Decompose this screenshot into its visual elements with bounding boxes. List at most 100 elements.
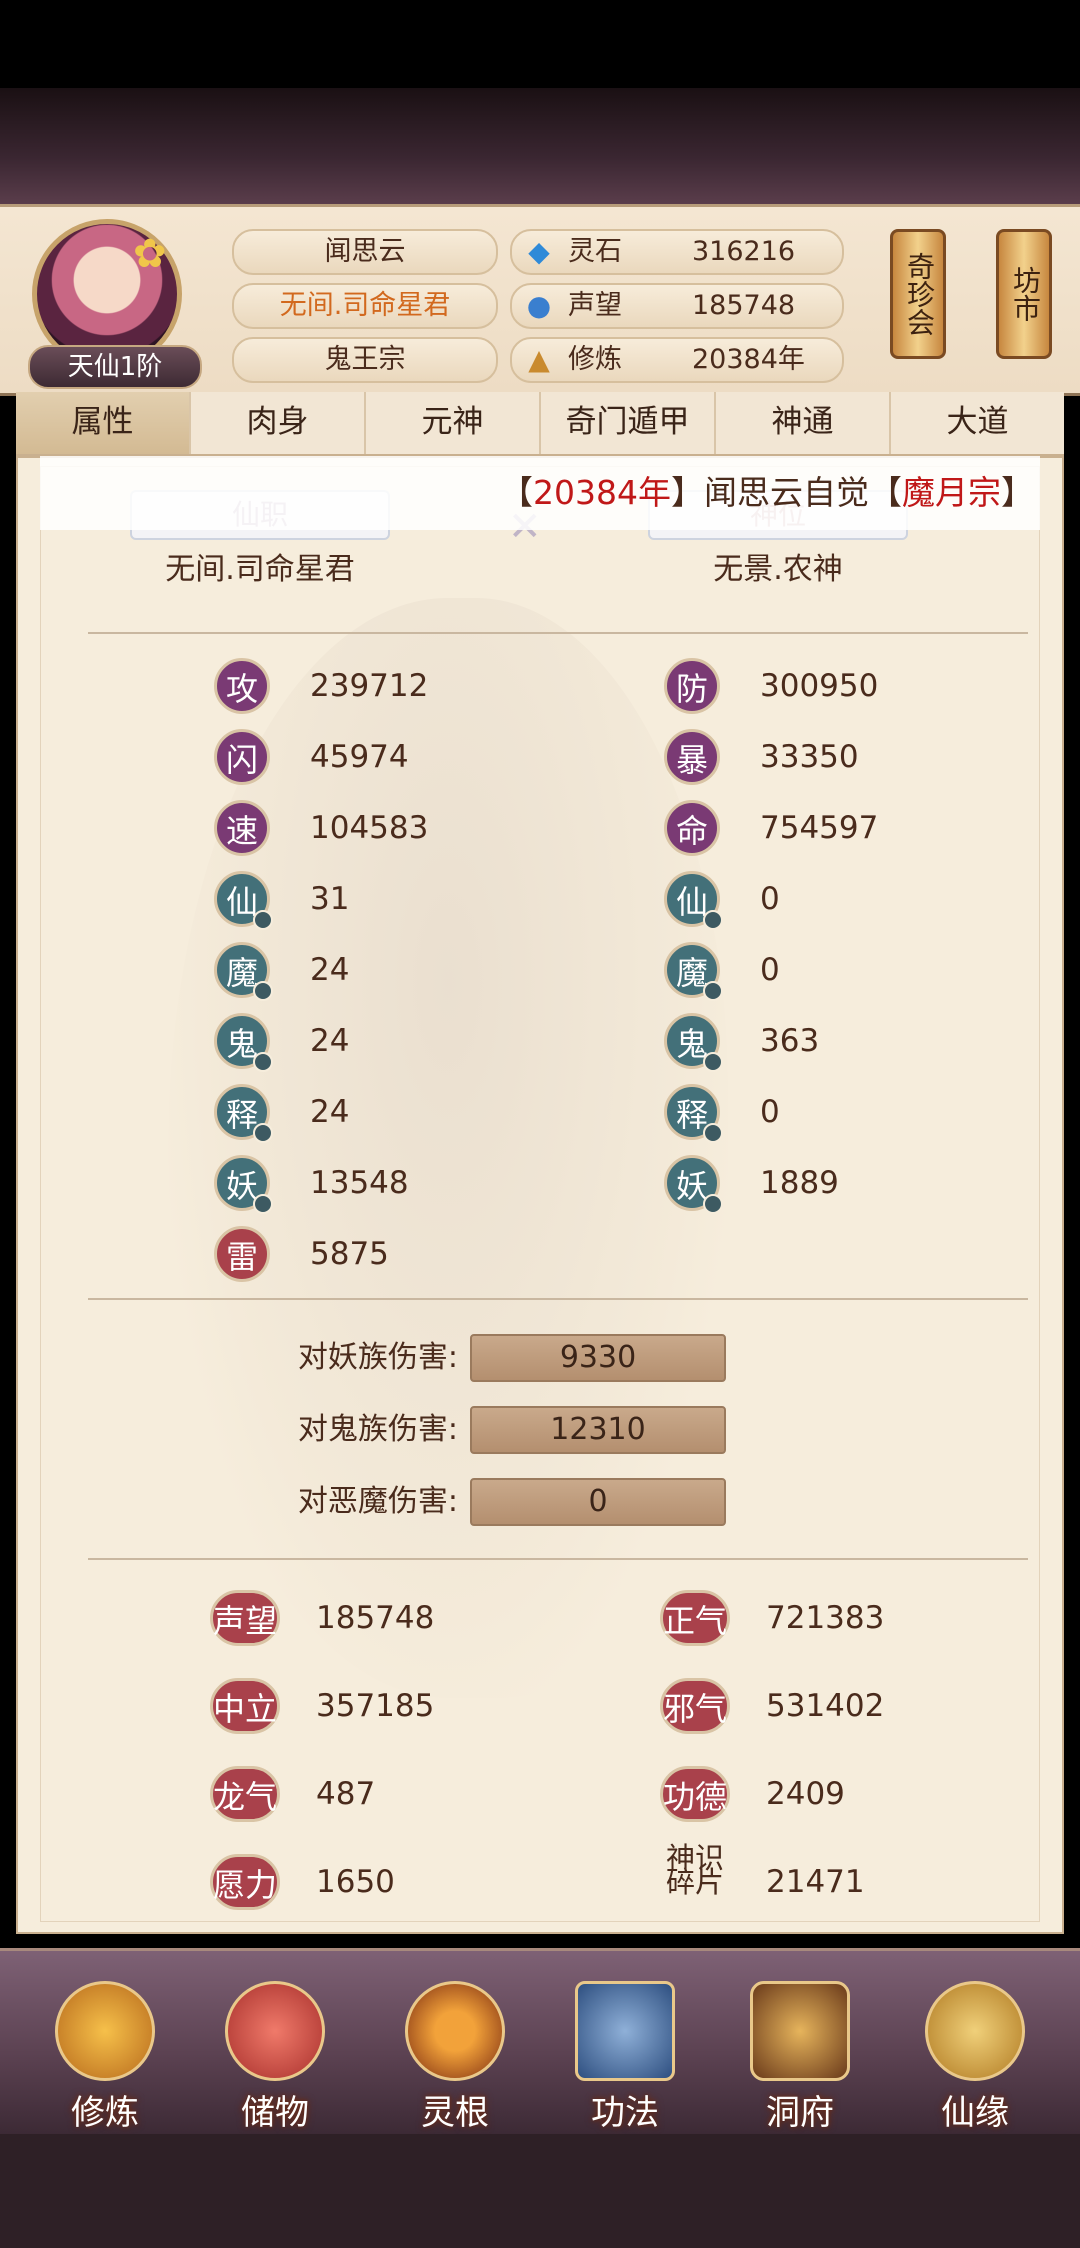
reputation-stat-value: 185748 xyxy=(316,1600,435,1636)
player-title[interactable]: 无间.司命星君 xyxy=(232,283,498,329)
demon-attack-value: 24 xyxy=(310,952,350,988)
attack-icon: 攻 xyxy=(214,658,270,714)
righteous-qi-icon: 正气 xyxy=(660,1590,730,1646)
gourd-icon xyxy=(925,1981,1025,2081)
reputation-stat-icon: 声望 xyxy=(210,1590,280,1646)
player-sect[interactable]: 鬼王宗 xyxy=(232,337,498,383)
hp-value: 754597 xyxy=(760,810,879,846)
shield-badge-icon xyxy=(703,1052,723,1072)
dodge-value: 45974 xyxy=(310,739,409,775)
resource-spirit-stone: ◆ 灵石 316216 xyxy=(510,229,844,275)
thunder-icon: 雷 xyxy=(214,1226,270,1282)
demon-defense-icon: 魔 xyxy=(664,942,723,1001)
spirit-root-icon xyxy=(405,1981,505,2081)
immortal-defense-value: 0 xyxy=(760,881,780,917)
nav-spirit-root[interactable]: 灵根 xyxy=(380,1981,530,2133)
attack-badge-icon xyxy=(253,910,273,930)
tab-body[interactable]: 肉身 xyxy=(191,392,366,454)
avatar[interactable]: ✿ 天仙1阶 xyxy=(28,215,202,389)
attack-badge-icon xyxy=(253,1052,273,1072)
divider xyxy=(88,1298,1028,1300)
speed-value: 104583 xyxy=(310,810,429,846)
merit-icon: 功德 xyxy=(660,1766,730,1822)
market-button[interactable]: 坊市 xyxy=(996,229,1052,359)
divider xyxy=(88,1558,1028,1560)
tab-great-dao[interactable]: 大道 xyxy=(891,392,1064,454)
shield-badge-icon xyxy=(703,1123,723,1143)
neutral-stat-icon: 中立 xyxy=(210,1678,280,1734)
shield-badge-icon xyxy=(703,981,723,1001)
damage-vs-ghost-value: 12310 xyxy=(470,1406,726,1454)
soul-fragment-label: 神识碎片 xyxy=(665,1841,724,1899)
bag-icon xyxy=(225,1981,325,2081)
dragon-qi-icon: 龙气 xyxy=(210,1766,280,1822)
buddha-attack-value: 24 xyxy=(310,1094,350,1130)
defense-value: 300950 xyxy=(760,668,879,704)
profile-header: ✿ 天仙1阶 闻思云 无间.司命星君 鬼王宗 ◆ 灵石 316216 ● 声望 … xyxy=(0,204,1080,396)
ghost-defense-value: 363 xyxy=(760,1023,820,1059)
buddha-attack-icon: 释 xyxy=(214,1084,273,1143)
dodge-icon: 闪 xyxy=(214,729,270,785)
shield-badge-icon xyxy=(703,1194,723,1214)
immortal-attack-value: 31 xyxy=(310,881,350,917)
nav-storage[interactable]: 储物 xyxy=(200,1981,350,2133)
nav-cultivate[interactable]: 修炼 xyxy=(30,1981,180,2133)
top-decor-band xyxy=(0,88,1080,204)
soul-fragment-value: 21471 xyxy=(766,1864,865,1900)
tab-divine-power[interactable]: 神通 xyxy=(716,392,891,454)
divine-rank-value: 无景.农神 xyxy=(713,552,843,587)
defense-icon: 防 xyxy=(664,658,720,714)
player-name: 闻思云 xyxy=(232,229,498,275)
evil-qi-icon: 邪气 xyxy=(660,1678,730,1734)
monster-defense-icon: 妖 xyxy=(664,1155,723,1214)
bottom-nav: 修炼 储物 灵根 功法 洞府 仙缘 xyxy=(0,1948,1080,2137)
tab-attributes[interactable]: 属性 xyxy=(16,392,191,454)
resource-cultivation: ▲ 修炼 20384年 xyxy=(510,337,844,383)
buddha-defense-value: 0 xyxy=(760,1094,780,1130)
ghost-attack-icon: 鬼 xyxy=(214,1013,273,1072)
dragon-qi-value: 487 xyxy=(316,1776,376,1812)
nav-cave[interactable]: 洞府 xyxy=(725,1981,875,2133)
monster-defense-value: 1889 xyxy=(760,1165,839,1201)
spirit-stone-icon: ◆ xyxy=(528,235,550,268)
ghost-defense-icon: 鬼 xyxy=(664,1013,723,1072)
nav-techniques[interactable]: 功法 xyxy=(550,1981,700,2133)
immortal-defense-icon: 仙 xyxy=(664,871,723,930)
demon-attack-icon: 魔 xyxy=(214,942,273,1001)
thunder-value: 5875 xyxy=(310,1236,389,1272)
wish-power-value: 1650 xyxy=(316,1864,395,1900)
resource-reputation: ● 声望 185748 xyxy=(510,283,844,329)
damage-vs-devil-value: 0 xyxy=(470,1478,726,1526)
ghost-attack-value: 24 xyxy=(310,1023,350,1059)
attack-badge-icon xyxy=(253,1123,273,1143)
demon-defense-value: 0 xyxy=(760,952,780,988)
attack-badge-icon xyxy=(253,981,273,1001)
cultivation-icon: ▲ xyxy=(528,343,550,376)
attributes-panel: 仙职 无间.司命星君 神位 无景.农神 ✕ 攻 239712 闪 45974 速… xyxy=(16,456,1064,1934)
damage-vs-ghost-label: 对鬼族伤害: xyxy=(297,1412,458,1447)
damage-vs-monster-label: 对妖族伤害: xyxy=(297,1340,458,1375)
tab-spirit[interactable]: 元神 xyxy=(366,392,541,454)
nav-fate[interactable]: 仙缘 xyxy=(900,1981,1050,2133)
immortal-post-value: 无间.司命星君 xyxy=(165,552,355,587)
status-bar xyxy=(0,0,1080,88)
tab-qimen[interactable]: 奇门遁甲 xyxy=(541,392,716,454)
reputation-icon: ● xyxy=(526,289,552,322)
bottom-system-bar xyxy=(0,2134,1080,2248)
crit-value: 33350 xyxy=(760,739,859,775)
book-icon xyxy=(575,1981,675,2081)
treasure-fair-button[interactable]: 奇珍会 xyxy=(890,229,946,359)
crit-icon: 暴 xyxy=(664,729,720,785)
flower-icon: ✿ xyxy=(133,231,167,277)
tab-bar: 属性 肉身 元神 奇门遁甲 神通 大道 xyxy=(16,392,1064,456)
damage-vs-devil-label: 对恶魔伤害: xyxy=(297,1484,458,1519)
buddha-defense-icon: 释 xyxy=(664,1084,723,1143)
palace-icon xyxy=(750,1981,850,2081)
immortal-attack-icon: 仙 xyxy=(214,871,273,930)
monster-attack-value: 13548 xyxy=(310,1165,409,1201)
hp-icon: 命 xyxy=(664,800,720,856)
merit-value: 2409 xyxy=(766,1776,845,1812)
divider xyxy=(88,632,1028,634)
cultivator-icon xyxy=(55,1981,155,2081)
neutral-stat-value: 357185 xyxy=(316,1688,435,1724)
